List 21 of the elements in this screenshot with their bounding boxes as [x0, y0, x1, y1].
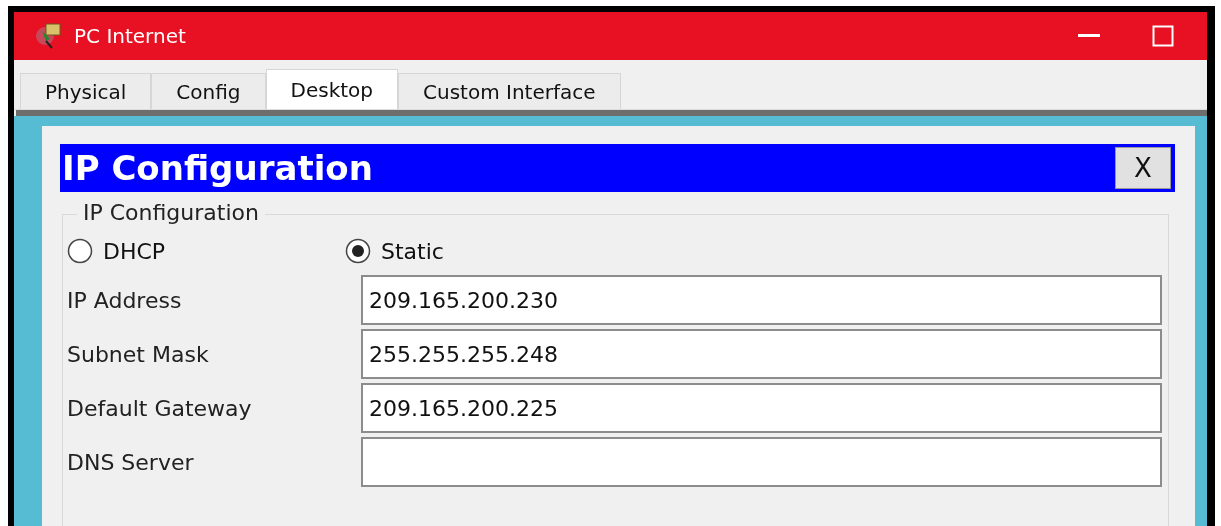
field-label: Subnet Mask — [67, 340, 210, 369]
window-title: PC Internet — [74, 23, 187, 50]
radio-button[interactable] — [345, 238, 371, 264]
input-field[interactable]: 255.255.255.248 — [361, 329, 1162, 379]
field-label: DNS Server — [67, 448, 195, 477]
radio-label: DHCP — [103, 237, 166, 266]
tab[interactable]: Custom Interface — [398, 73, 621, 109]
tab[interactable]: Config — [151, 73, 266, 109]
close-button[interactable]: X — [1115, 147, 1171, 189]
tab[interactable]: Physical — [20, 73, 152, 109]
radio-button[interactable] — [67, 238, 93, 264]
radio-label: Static — [381, 237, 444, 266]
input-field[interactable]: 209.165.200.230 — [361, 275, 1162, 325]
input-field[interactable] — [361, 437, 1162, 487]
tab[interactable]: Desktop — [265, 69, 398, 109]
input-field[interactable]: 209.165.200.225 — [361, 383, 1162, 433]
field-label: Default Gateway — [67, 394, 253, 423]
field-label: IP Address — [67, 286, 183, 315]
maximize-icon — [1152, 25, 1174, 47]
minimize-icon — [1078, 34, 1100, 38]
dialog-title: IP Configuration — [61, 151, 373, 185]
